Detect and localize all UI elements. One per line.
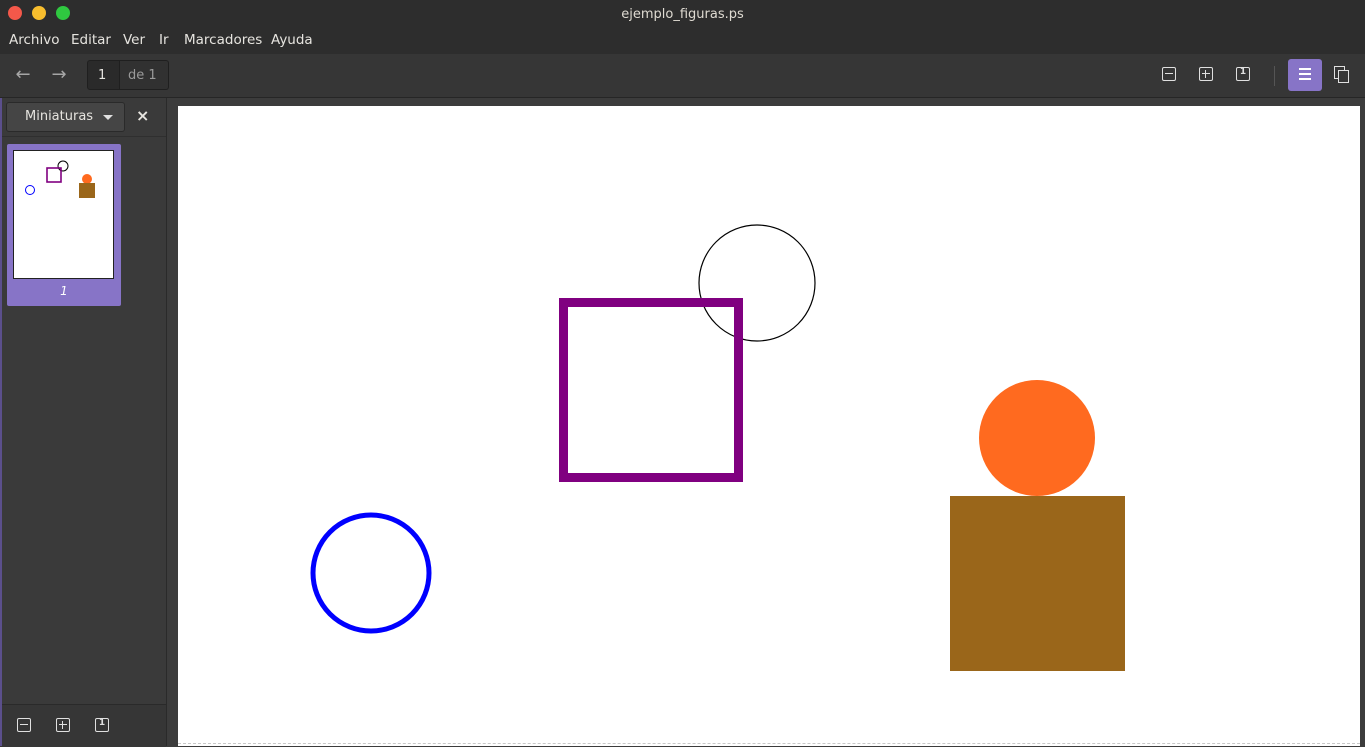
zoom-in-icon[interactable] — [1199, 67, 1213, 81]
sidebar-divider — [0, 136, 166, 137]
window-title: ejemplo_figuras.ps — [621, 7, 744, 22]
continuous-view-button[interactable] — [1288, 59, 1322, 91]
sidebar-mode-label: Miniaturas — [25, 109, 94, 124]
page-total-label: de 1 — [120, 60, 169, 90]
close-icon[interactable]: × — [136, 106, 149, 125]
arrow-right-icon[interactable]: → — [45, 62, 73, 88]
blue-circle — [310, 512, 432, 634]
page-number-input[interactable]: 1 — [87, 60, 120, 90]
thumbnail-item[interactable]: 1 — [7, 144, 121, 306]
continuous-view-icon — [1299, 68, 1311, 83]
thumbnail-page-label: 1 — [60, 284, 68, 298]
menu-archivo[interactable]: Archivo — [9, 32, 59, 48]
zoom-fit-page-icon[interactable]: 1 — [95, 718, 109, 732]
black-circle — [698, 224, 816, 342]
menu-ver[interactable]: Ver — [123, 32, 145, 48]
menu-bar: Archivo Editar Ver Ir Marcadores Ayuda — [0, 28, 1365, 54]
zoom-in-icon[interactable] — [56, 718, 70, 732]
sidebar: Miniaturas × 1 1 — [0, 98, 167, 747]
page-canvas — [310, 224, 1125, 671]
zoom-out-icon[interactable] — [1162, 67, 1176, 81]
zoom-out-icon[interactable] — [17, 718, 31, 732]
chevron-down-icon — [103, 115, 113, 120]
menu-editar[interactable]: Editar — [71, 32, 111, 48]
menu-marcadores[interactable]: Marcadores — [184, 32, 262, 48]
brown-square — [950, 496, 1125, 671]
orange-circle — [979, 380, 1095, 496]
menu-ayuda[interactable]: Ayuda — [271, 32, 313, 48]
arrow-left-icon[interactable]: ← — [9, 62, 37, 88]
zoom-fit-page-icon[interactable]: 1 — [1236, 67, 1250, 81]
toolbar: ← → 1 de 1 1 — [0, 54, 1365, 98]
thumbnail-shapes — [25, 160, 95, 198]
sidebar-mode-dropdown[interactable]: Miniaturas — [6, 102, 125, 132]
window-edge — [0, 98, 2, 746]
thumbnail-page-preview — [13, 150, 114, 279]
toolbar-separator — [1274, 66, 1275, 86]
document-page — [178, 106, 1360, 746]
purple-square — [559, 298, 743, 482]
title-bar: ejemplo_figuras.ps — [0, 0, 1365, 28]
menu-ir[interactable]: Ir — [159, 32, 169, 48]
sidebar-footer: 1 — [0, 704, 166, 747]
page-boundary — [178, 743, 1360, 744]
dual-page-icon[interactable] — [1334, 66, 1350, 84]
document-view[interactable] — [167, 98, 1365, 746]
